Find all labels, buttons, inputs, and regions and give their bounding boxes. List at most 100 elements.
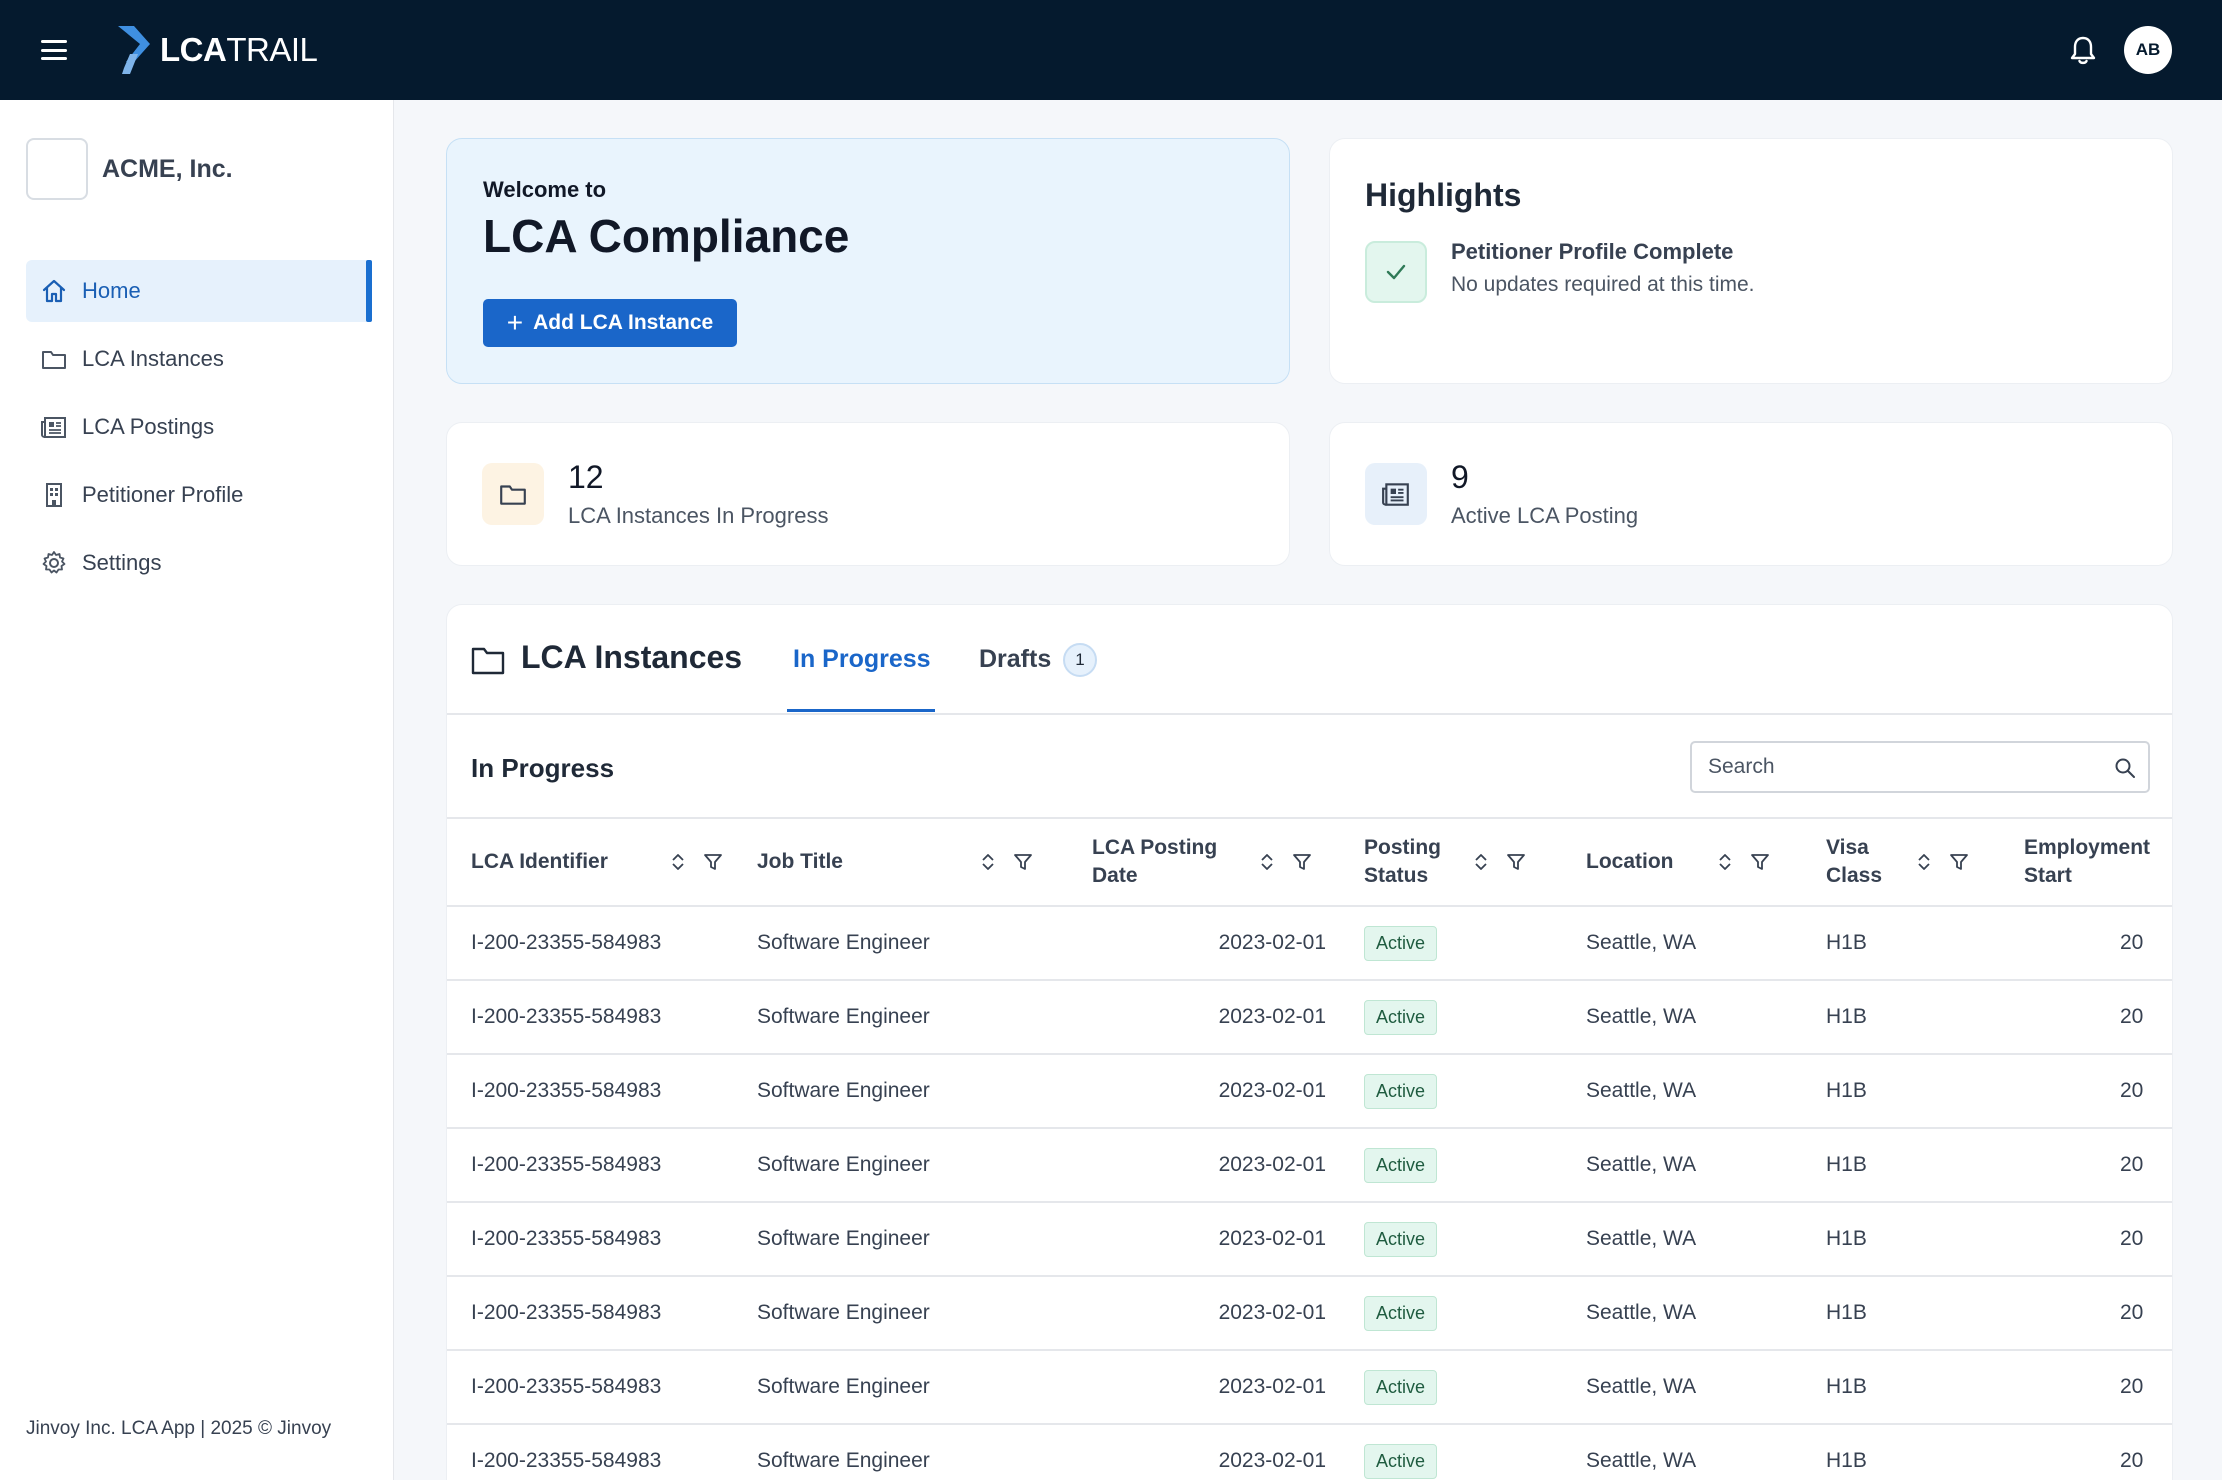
column-header-visa-class[interactable]: Visa Class: [1822, 819, 2020, 907]
user-avatar[interactable]: AB: [2124, 26, 2172, 74]
folder-icon: [471, 647, 505, 675]
sort-icon[interactable]: [981, 852, 995, 872]
column-header-lca-posting-date[interactable]: LCA Posting Date: [1089, 819, 1360, 907]
column-header-location[interactable]: Location: [1582, 819, 1822, 907]
logo-mark-icon: [118, 26, 150, 74]
sidebar: ACME, Inc. Home LCA Instances LCA Postin…: [0, 100, 394, 1480]
table-body: I-200-23355-584983 Software Engineer 2023-…: [447, 906, 2172, 1480]
cell-visa-class: H1B: [1822, 980, 2020, 1055]
table-row[interactable]: I-200-23355-584983 Software Engineer 2023-…: [447, 906, 2172, 981]
status-badge: Active: [1364, 1443, 1438, 1479]
column-header-posting-status[interactable]: Posting Status: [1360, 819, 1582, 907]
sidebar-item-home[interactable]: Home: [26, 260, 372, 322]
cell-employment-start: 20: [2020, 906, 2172, 981]
folder-icon: [482, 463, 544, 525]
cell-visa-class: H1B: [1822, 1202, 2020, 1277]
table-row[interactable]: I-200-23355-584983 Software Engineer 2023-…: [447, 1424, 2172, 1480]
cell-posting-status: Active: [1360, 1350, 1582, 1425]
cell-posting-date: 2023-02-01: [1089, 1202, 1360, 1277]
cell-lca-identifier: I-200-23355-584983: [447, 1350, 755, 1425]
cell-employment-start: 20: [2020, 1350, 2172, 1425]
building-icon: [40, 481, 68, 509]
tab-drafts[interactable]: Drafts: [979, 645, 1051, 674]
cell-lca-identifier: I-200-23355-584983: [447, 1054, 755, 1129]
cell-employment-start: 20: [2020, 980, 2172, 1055]
column-header-employment-start[interactable]: Employment Start: [2020, 819, 2172, 907]
app-logo[interactable]: LCATRAIL: [116, 24, 318, 76]
status-badge: Active: [1364, 1147, 1438, 1183]
hamburger-menu-icon[interactable]: [38, 36, 70, 64]
cell-job-title: Software Engineer: [755, 1276, 1089, 1351]
search-icon[interactable]: [2114, 757, 2136, 779]
sort-icon[interactable]: [1260, 852, 1274, 872]
stat-card-instances[interactable]: 12 LCA Instances In Progress: [446, 422, 1290, 566]
active-tab-indicator: [787, 709, 935, 712]
sidebar-nav: Home LCA Instances LCA Postings Petition…: [26, 260, 372, 600]
filter-icon[interactable]: [1949, 852, 1969, 872]
table-row[interactable]: I-200-23355-584983 Software Engineer 2023-…: [447, 1202, 2172, 1277]
cell-location: Seattle, WA: [1582, 1054, 1822, 1129]
panel-header: LCA Instances In Progress Drafts 1: [447, 605, 2172, 715]
filter-icon[interactable]: [703, 852, 723, 872]
sidebar-item-petitioner-profile[interactable]: Petitioner Profile: [26, 464, 372, 526]
cell-visa-class: H1B: [1822, 1054, 2020, 1129]
lca-instances-panel: LCA Instances In Progress Drafts 1 In Pr…: [446, 604, 2173, 1480]
cell-location: Seattle, WA: [1582, 1424, 1822, 1480]
cell-employment-start: 20: [2020, 1424, 2172, 1480]
sort-icon[interactable]: [1917, 852, 1931, 872]
welcome-pretitle: Welcome to: [483, 177, 607, 202]
org-name: ACME, Inc.: [102, 154, 233, 183]
section-header: In Progress: [447, 715, 2172, 819]
sidebar-item-label: Settings: [82, 550, 162, 575]
add-lca-instance-button[interactable]: + Add LCA Instance: [483, 299, 737, 347]
status-badge: Active: [1364, 925, 1438, 961]
highlight-item-title: Petitioner Profile Complete: [1451, 239, 1734, 264]
sort-icon[interactable]: [671, 852, 685, 872]
sidebar-item-label: Home: [82, 278, 141, 303]
home-icon: [40, 277, 68, 305]
cell-job-title: Software Engineer: [755, 1350, 1089, 1425]
sidebar-item-lca-instances[interactable]: LCA Instances: [26, 328, 372, 390]
cell-lca-identifier: I-200-23355-584983: [447, 1128, 755, 1203]
sidebar-item-settings[interactable]: Settings: [26, 532, 372, 594]
bell-icon[interactable]: [2068, 34, 2098, 66]
sort-icon[interactable]: [1474, 852, 1488, 872]
cell-employment-start: 20: [2020, 1128, 2172, 1203]
sidebar-item-lca-postings[interactable]: LCA Postings: [26, 396, 372, 458]
sort-icon[interactable]: [1718, 852, 1732, 872]
table-row[interactable]: I-200-23355-584983 Software Engineer 2023-…: [447, 1350, 2172, 1425]
filter-icon[interactable]: [1013, 852, 1033, 872]
cell-job-title: Software Engineer: [755, 1424, 1089, 1480]
table-row[interactable]: I-200-23355-584983 Software Engineer 2023-…: [447, 980, 2172, 1055]
stat-card-postings[interactable]: 9 Active LCA Posting: [1329, 422, 2173, 566]
status-badge: Active: [1364, 1221, 1438, 1257]
section-title: In Progress: [471, 753, 615, 783]
search-input[interactable]: [1708, 743, 2108, 791]
search-box: [1690, 741, 2150, 793]
cell-posting-date: 2023-02-01: [1089, 906, 1360, 981]
table-row[interactable]: I-200-23355-584983 Software Engineer 2023-…: [447, 1054, 2172, 1129]
cell-job-title: Software Engineer: [755, 1202, 1089, 1277]
tab-in-progress[interactable]: In Progress: [793, 645, 931, 674]
cell-posting-date: 2023-02-01: [1089, 1424, 1360, 1480]
table-row[interactable]: I-200-23355-584983 Software Engineer 2023-…: [447, 1276, 2172, 1351]
stat-label: LCA Instances In Progress: [568, 503, 829, 528]
filter-icon[interactable]: [1750, 852, 1770, 872]
cell-job-title: Software Engineer: [755, 980, 1089, 1055]
cell-posting-status: Active: [1360, 1054, 1582, 1129]
table-row[interactable]: I-200-23355-584983 Software Engineer 2023-…: [447, 1128, 2172, 1203]
cell-posting-status: Active: [1360, 1424, 1582, 1480]
filter-icon[interactable]: [1292, 852, 1312, 872]
cell-location: Seattle, WA: [1582, 1128, 1822, 1203]
panel-title: LCA Instances: [521, 639, 743, 675]
plus-icon: +: [506, 307, 524, 338]
welcome-card: Welcome to LCA Compliance + Add LCA Inst…: [446, 138, 1290, 384]
cell-location: Seattle, WA: [1582, 906, 1822, 981]
filter-icon[interactable]: [1506, 852, 1526, 872]
column-header-job-title[interactable]: Job Title: [755, 819, 1089, 907]
cell-visa-class: H1B: [1822, 1128, 2020, 1203]
column-header-lca-identifier[interactable]: LCA Identifier: [447, 819, 755, 907]
status-badge: Active: [1364, 1295, 1438, 1331]
cell-posting-status: Active: [1360, 1276, 1582, 1351]
logo-text: LCATRAIL: [160, 31, 318, 68]
